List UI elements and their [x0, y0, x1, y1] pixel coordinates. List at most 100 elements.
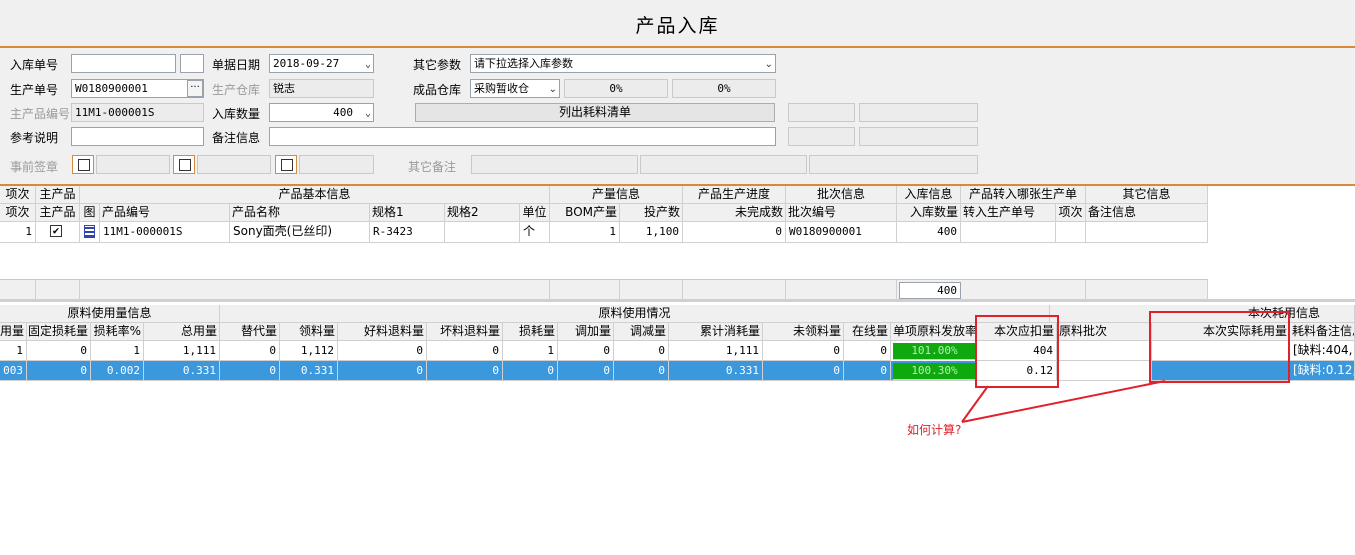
table-cell[interactable]: 0 — [503, 361, 558, 381]
table-cell[interactable]: 0 — [844, 361, 891, 381]
column-header[interactable]: 图 — [80, 204, 100, 222]
table-cell[interactable]: 1 — [550, 222, 620, 243]
column-header[interactable]: 坏料退料量 — [427, 323, 503, 341]
table-cell[interactable] — [1057, 361, 1152, 381]
receipt-no-extra-input[interactable] — [180, 54, 204, 73]
table-cell[interactable]: [缺料:404, — [1290, 341, 1355, 361]
column-header[interactable]: 好料退料量 — [338, 323, 427, 341]
receipt-no-input[interactable] — [71, 54, 176, 73]
table-cell[interactable] — [1086, 222, 1208, 243]
table-cell[interactable]: 11M1-000001S — [100, 222, 230, 243]
table-cell[interactable]: 003 — [0, 361, 27, 381]
table-cell[interactable]: 1 — [503, 341, 558, 361]
other-params-select[interactable]: 请下拉选择入库参数 ⌄ — [470, 54, 776, 73]
column-header[interactable]: 未完成数 — [683, 204, 786, 222]
table-cell[interactable]: 1,112 — [280, 341, 338, 361]
table-cell[interactable]: 0.331 — [144, 361, 220, 381]
table-cell[interactable]: [缺料:0.12, — [1290, 361, 1355, 381]
table-cell[interactable] — [961, 222, 1056, 243]
lookup-ellipsis-button[interactable]: ··· — [187, 80, 203, 97]
table-cell[interactable]: 0 — [338, 361, 427, 381]
column-header[interactable]: 主产品 — [36, 204, 80, 222]
ref-note-input[interactable] — [71, 127, 204, 146]
list-materials-button[interactable]: 列出耗料清单 — [415, 103, 775, 122]
table-cell[interactable]: 0 — [338, 341, 427, 361]
column-header[interactable]: 调加量 — [558, 323, 614, 341]
table-cell[interactable]: 1,100 — [620, 222, 683, 243]
column-header[interactable]: 领料量 — [280, 323, 338, 341]
table-cell[interactable]: 0 — [427, 361, 503, 381]
column-header[interactable]: 投产数 — [620, 204, 683, 222]
column-header[interactable]: 转入生产单号 — [961, 204, 1056, 222]
table-cell[interactable] — [1056, 222, 1086, 243]
table-cell[interactable] — [445, 222, 520, 243]
table-cell[interactable]: 1,111 — [144, 341, 220, 361]
table-cell[interactable]: 1 — [0, 222, 36, 243]
table-cell[interactable]: 0 — [558, 361, 614, 381]
table-cell[interactable]: 0.002 — [91, 361, 144, 381]
table-cell[interactable]: 个 — [520, 222, 550, 243]
column-header[interactable]: 入库数量 — [897, 204, 961, 222]
table-cell[interactable]: 0 — [614, 361, 669, 381]
table-cell[interactable]: 0 — [27, 341, 91, 361]
pre-sign-checkbox-2[interactable] — [173, 155, 195, 174]
table-cell[interactable]: 0 — [427, 341, 503, 361]
column-header[interactable]: 在线量 — [844, 323, 891, 341]
table-cell[interactable]: 0 — [614, 341, 669, 361]
column-header[interactable]: BOM产量 — [550, 204, 620, 222]
table-cell[interactable]: W0180900001 — [786, 222, 897, 243]
column-header[interactable]: 规格1 — [370, 204, 445, 222]
doc-date-picker[interactable]: 2018-09-27 ⌄ — [269, 54, 374, 73]
table-cell[interactable]: R-3423 — [370, 222, 445, 243]
table-cell[interactable]: 1 — [91, 341, 144, 361]
image-cell[interactable] — [80, 222, 100, 243]
pre-sign-checkbox-1[interactable] — [72, 155, 94, 174]
column-header[interactable]: 用量 — [0, 323, 27, 341]
column-header[interactable]: 批次编号 — [786, 204, 897, 222]
checkbox-checked-icon[interactable]: ✔ — [50, 225, 62, 237]
column-header[interactable]: 固定损耗量 — [27, 323, 91, 341]
column-header[interactable]: 损耗量 — [503, 323, 558, 341]
table-cell[interactable] — [1057, 341, 1152, 361]
column-header[interactable]: 项次 — [0, 204, 36, 222]
column-header[interactable]: 替代量 — [220, 323, 280, 341]
finished-wh-select[interactable]: 采购暂收仓 ⌄ — [470, 79, 560, 98]
column-header[interactable]: 总用量 — [144, 323, 220, 341]
table-cell[interactable]: 0.331 — [280, 361, 338, 381]
table-cell[interactable]: 0 — [763, 361, 844, 381]
column-header[interactable]: 备注信息 — [1086, 204, 1208, 222]
column-header[interactable]: 耗料备注信息 — [1290, 323, 1355, 341]
column-header[interactable]: 累计消耗量 — [669, 323, 763, 341]
grid-image-icon[interactable] — [84, 225, 95, 238]
splitter[interactable] — [0, 299, 1355, 302]
table-cell[interactable]: 1 — [0, 341, 27, 361]
table-cell[interactable]: 400 — [897, 222, 961, 243]
column-header[interactable]: 产品编号 — [100, 204, 230, 222]
column-header[interactable]: 项次 — [1056, 204, 1086, 222]
pre-sign-checkbox-3[interactable] — [275, 155, 297, 174]
table-cell[interactable]: 0 — [220, 341, 280, 361]
table-cell[interactable]: 0 — [558, 341, 614, 361]
table-cell[interactable]: 0 — [763, 341, 844, 361]
column-header[interactable]: 未领料量 — [763, 323, 844, 341]
production-no-input[interactable]: W0180900001 — [71, 79, 204, 98]
in-qty-input[interactable]: 400 ⌄ — [269, 103, 374, 122]
remark-input[interactable] — [269, 127, 776, 146]
column-header[interactable]: 单位 — [520, 204, 550, 222]
table-cell[interactable]: 0 — [683, 222, 786, 243]
column-header[interactable]: 单项原料发放率 — [891, 323, 977, 341]
table-cell[interactable]: 0 — [844, 341, 891, 361]
table-cell[interactable]: 0 — [27, 361, 91, 381]
issue-rate-bar[interactable]: 101.00% — [893, 343, 977, 360]
column-header[interactable]: 产品名称 — [230, 204, 370, 222]
table-cell[interactable]: 1,111 — [669, 341, 763, 361]
issue-rate-bar[interactable]: 100.30% — [893, 363, 977, 380]
main-product-check-cell[interactable]: ✔ — [36, 222, 80, 243]
column-header[interactable]: 原料批次 — [1057, 323, 1152, 341]
table-cell[interactable]: Sony面壳(已丝印) — [230, 222, 370, 243]
table-cell[interactable]: 0 — [220, 361, 280, 381]
table-cell[interactable]: 0.331 — [669, 361, 763, 381]
column-header[interactable]: 损耗率% — [91, 323, 144, 341]
column-header[interactable]: 调减量 — [614, 323, 669, 341]
column-header[interactable]: 规格2 — [445, 204, 520, 222]
